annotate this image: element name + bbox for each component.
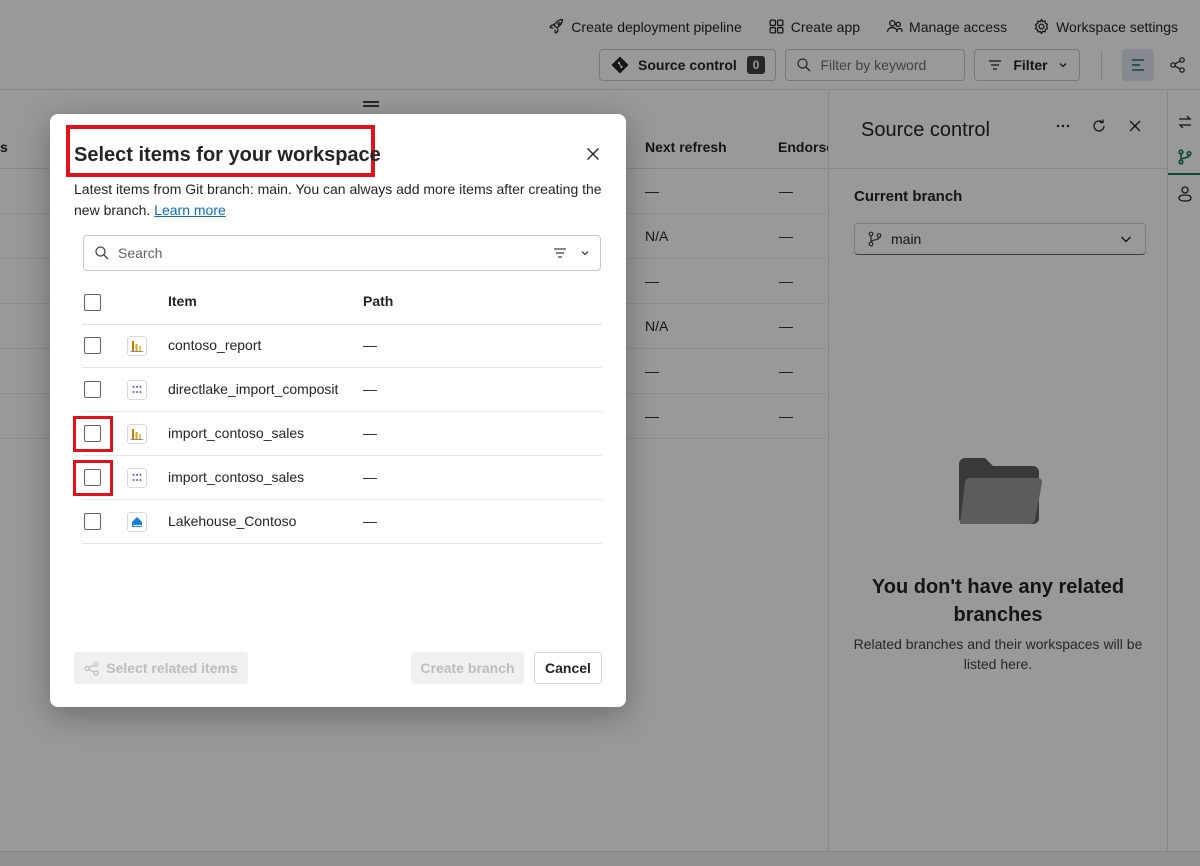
item-path: — xyxy=(363,337,377,353)
items-table-header: Item Path xyxy=(82,281,602,325)
search-filter-button[interactable] xyxy=(552,245,590,261)
item-name: directlake_import_composit xyxy=(168,381,339,397)
select-related-items-label: Select related items xyxy=(106,660,238,676)
close-icon[interactable] xyxy=(584,145,602,163)
select-all-checkbox[interactable] xyxy=(84,294,101,311)
select-related-items-button[interactable]: Select related items xyxy=(74,652,248,684)
item-name: import_contoso_sales xyxy=(168,469,305,485)
checkbox-highlight-box xyxy=(73,460,113,496)
learn-more-link[interactable]: Learn more xyxy=(154,202,226,218)
share-nodes-icon xyxy=(84,660,99,676)
dialog-description: Latest items from Git branch: main. You … xyxy=(74,179,604,221)
semantic-model-icon xyxy=(127,468,147,488)
table-row[interactable]: contoso_report — xyxy=(82,324,602,368)
search-input[interactable]: Search xyxy=(83,235,601,271)
item-checkbox[interactable] xyxy=(84,513,101,530)
item-path: — xyxy=(363,469,377,485)
item-path: — xyxy=(363,425,377,441)
report-icon xyxy=(127,424,147,444)
item-path: — xyxy=(363,513,377,529)
create-branch-button[interactable]: Create branch xyxy=(411,652,524,684)
lakehouse-icon xyxy=(127,512,147,532)
item-name: contoso_report xyxy=(168,337,262,353)
search-icon xyxy=(94,245,110,261)
report-icon xyxy=(127,336,147,356)
checkbox-highlight-box xyxy=(73,416,113,452)
table-row[interactable]: directlake_import_composit — xyxy=(82,368,602,412)
chevron-down-icon xyxy=(580,248,590,258)
item-path: — xyxy=(363,381,377,397)
search-placeholder: Search xyxy=(118,245,163,261)
semantic-model-icon xyxy=(127,380,147,400)
item-checkbox[interactable] xyxy=(84,381,101,398)
table-row[interactable]: Lakehouse_Contoso — xyxy=(82,500,602,544)
item-name: Lakehouse_Contoso xyxy=(168,513,297,529)
table-row[interactable]: import_contoso_sales — xyxy=(82,456,602,500)
item-column-header: Item xyxy=(168,293,197,309)
item-checkbox[interactable] xyxy=(84,337,101,354)
dialog-title: Select items for your workspace xyxy=(74,144,381,166)
item-name: import_contoso_sales xyxy=(168,425,305,441)
cancel-button[interactable]: Cancel xyxy=(534,652,602,684)
table-row[interactable]: import_contoso_sales — xyxy=(82,412,602,456)
path-column-header: Path xyxy=(363,293,394,309)
filter-lines-icon xyxy=(552,245,568,261)
select-items-dialog: Select items for your workspace Latest i… xyxy=(50,114,626,707)
